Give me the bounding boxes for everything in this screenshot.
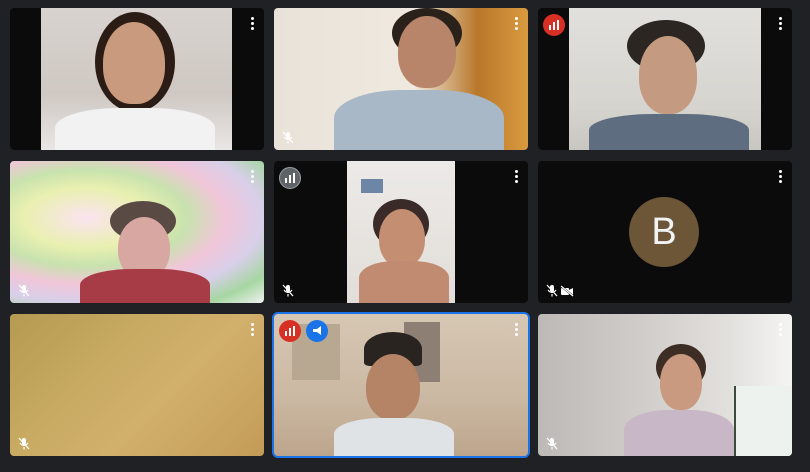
face — [660, 354, 702, 410]
face — [379, 209, 425, 267]
participant-tile-5[interactable] — [274, 161, 528, 303]
more-options-icon[interactable] — [508, 12, 524, 34]
shirt — [624, 410, 734, 456]
shelf-item — [361, 179, 383, 193]
more-options-icon[interactable] — [772, 165, 788, 187]
more-options-icon[interactable] — [772, 318, 788, 340]
shirt — [589, 114, 749, 150]
mic-off-icon — [18, 437, 30, 450]
participant-tile-4[interactable] — [10, 161, 264, 303]
face — [639, 36, 697, 114]
mic-off-icon — [546, 284, 558, 297]
participant-video — [41, 8, 232, 150]
mic-off-icon — [282, 131, 294, 144]
shirt — [80, 269, 210, 303]
participant-tile-2[interactable] — [274, 8, 528, 150]
audio-level-icon — [279, 320, 301, 342]
more-options-icon[interactable] — [508, 318, 524, 340]
avatar: B — [629, 197, 699, 267]
shirt — [334, 90, 504, 150]
presenter-icon — [306, 320, 328, 342]
shirt — [55, 108, 215, 150]
more-options-icon[interactable] — [244, 165, 260, 187]
participant-video — [569, 8, 761, 150]
mic-off-icon — [18, 284, 30, 297]
audio-level-icon — [279, 167, 301, 189]
top — [359, 261, 449, 303]
participant-video — [10, 161, 264, 303]
more-options-icon[interactable] — [772, 12, 788, 34]
participant-video — [538, 314, 792, 456]
participant-tile-7[interactable] — [10, 314, 264, 456]
mic-off-icon — [282, 284, 294, 297]
participant-video — [347, 161, 455, 303]
face — [398, 16, 456, 88]
more-options-icon[interactable] — [244, 318, 260, 340]
shirt — [334, 418, 454, 456]
participant-tile-1[interactable] — [10, 8, 264, 150]
audio-level-icon — [543, 14, 565, 36]
participant-tile-8[interactable] — [272, 312, 530, 458]
more-options-icon[interactable] — [244, 12, 260, 34]
face — [103, 22, 165, 104]
face — [366, 354, 420, 420]
more-options-icon[interactable] — [508, 165, 524, 187]
participant-tile-6[interactable]: B — [538, 161, 792, 303]
mic-off-icon — [546, 437, 558, 450]
participant-video — [10, 314, 264, 456]
participant-tile-9[interactable] — [538, 314, 792, 456]
side-object — [734, 386, 792, 456]
participant-video — [274, 8, 528, 150]
participant-tile-3[interactable] — [538, 8, 792, 150]
camera-off-icon — [560, 285, 574, 297]
